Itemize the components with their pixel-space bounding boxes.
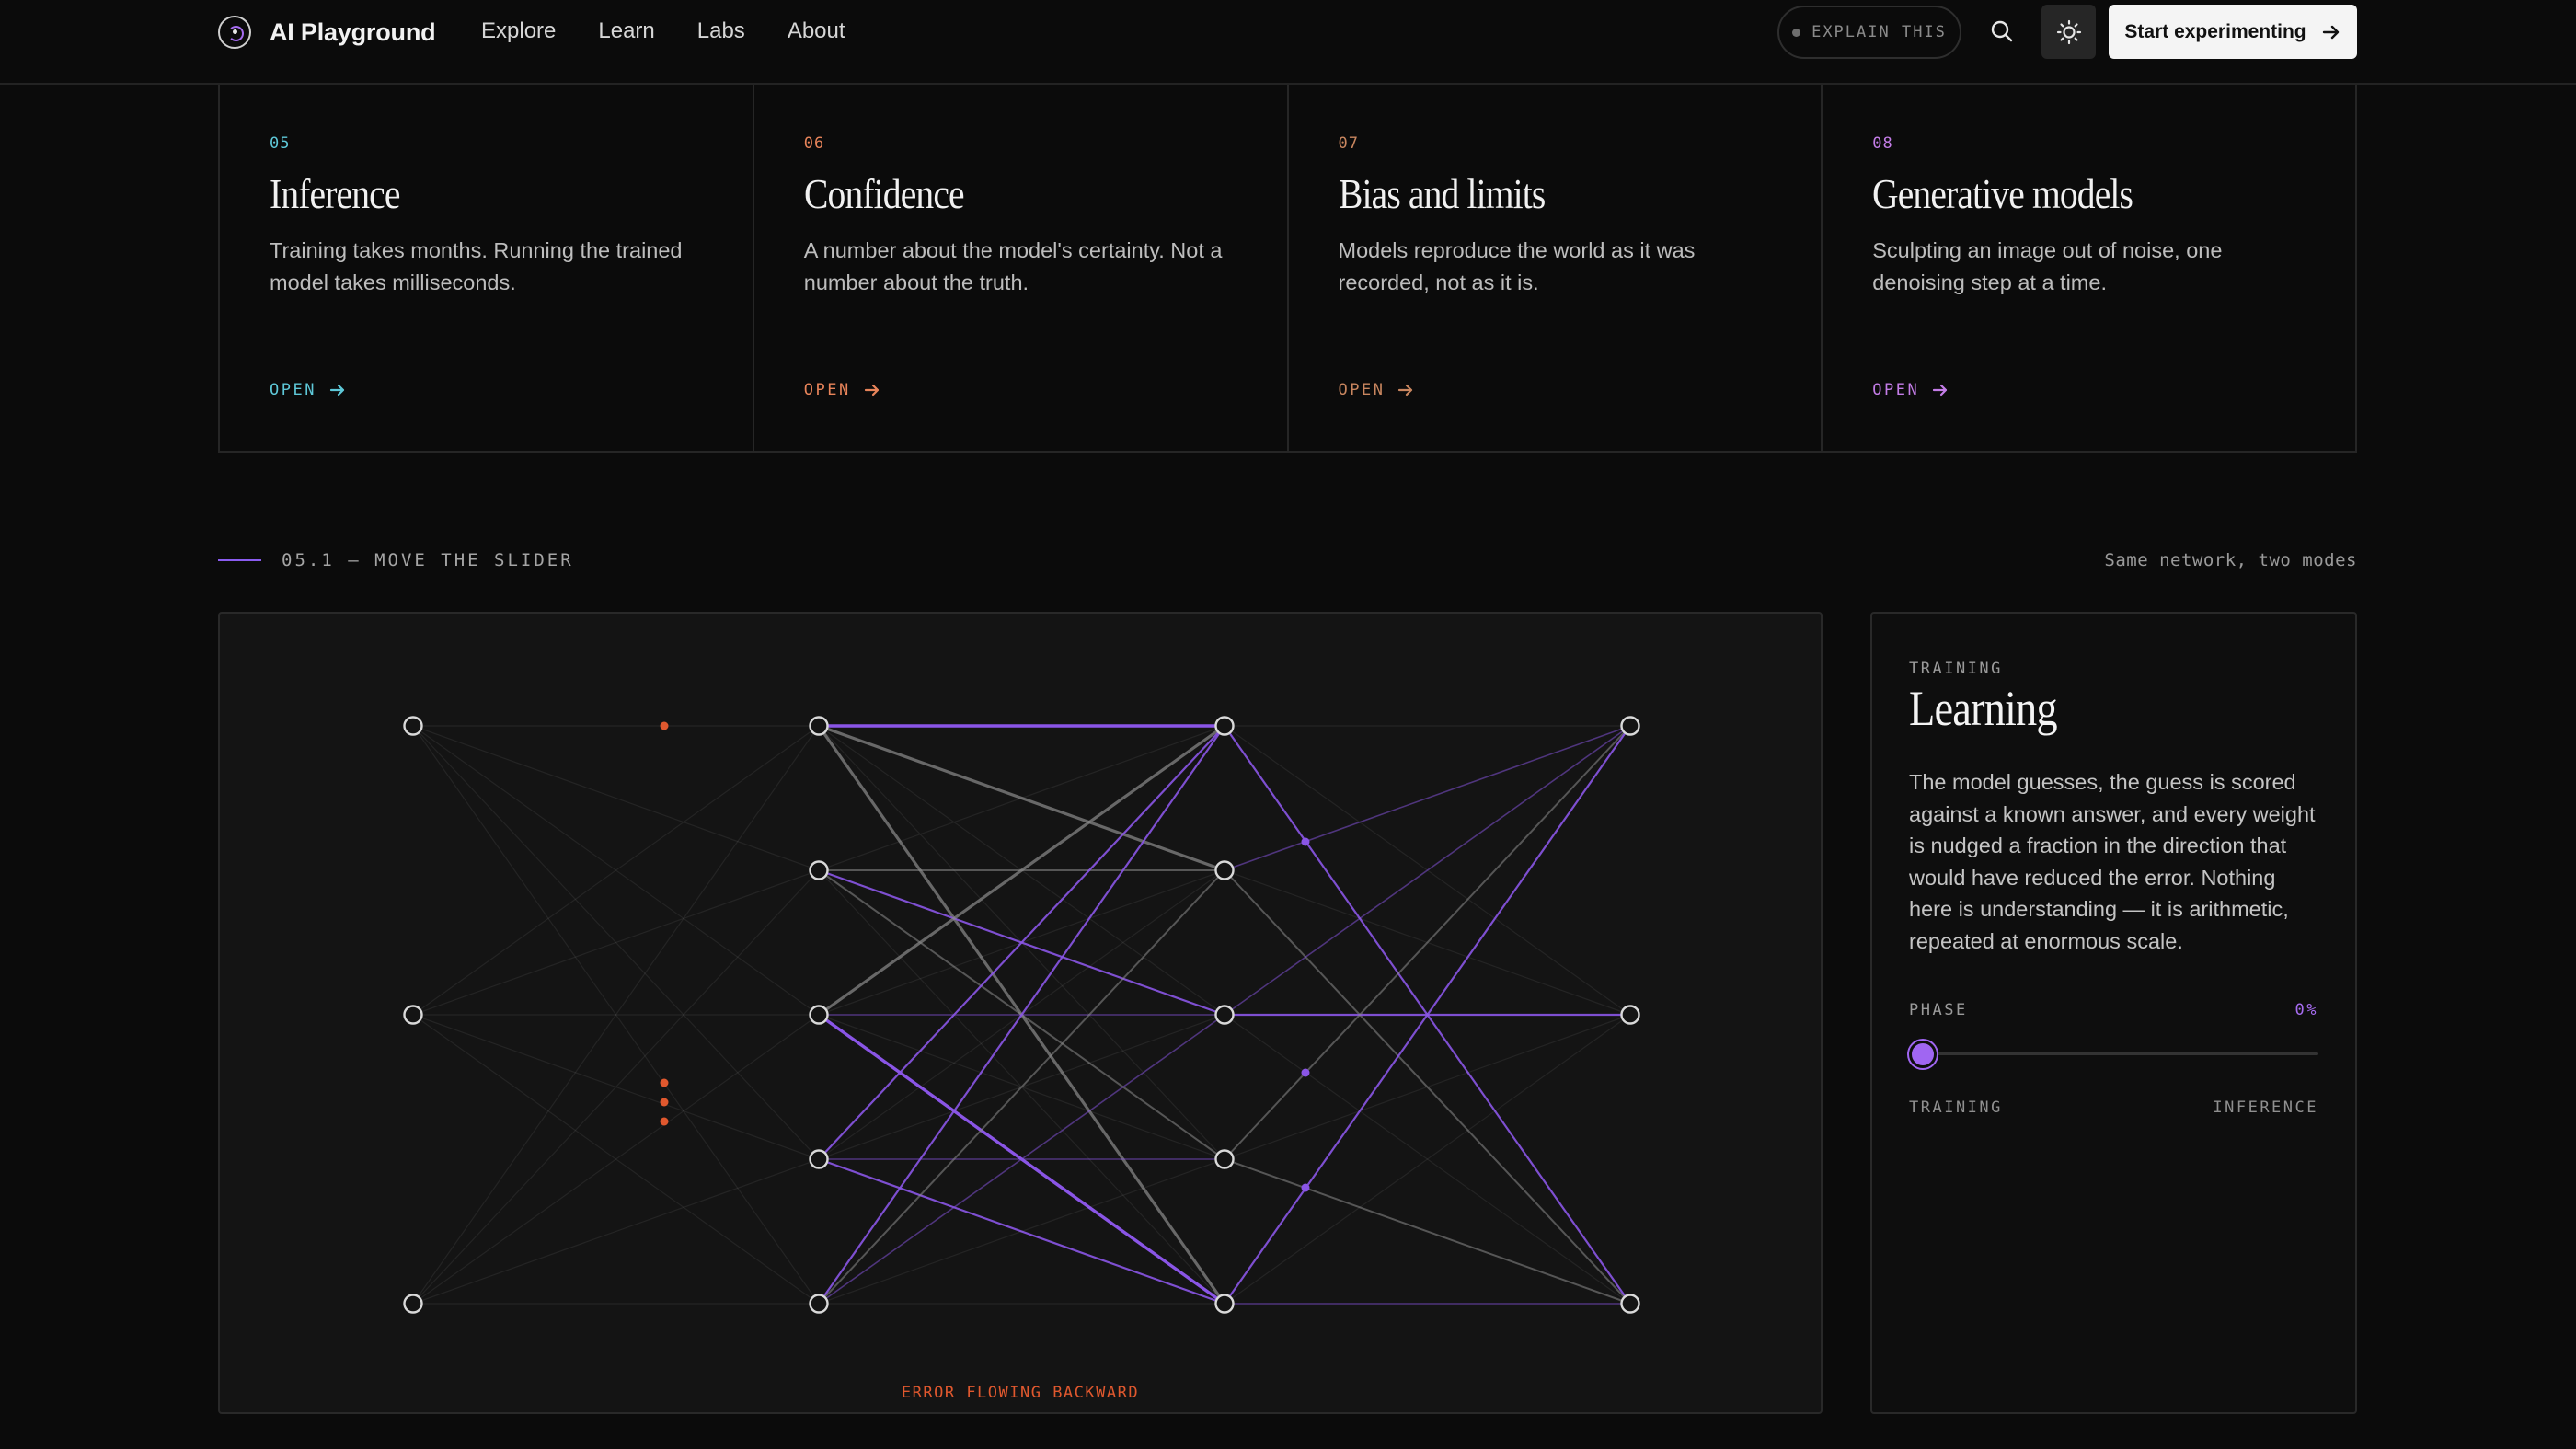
phase-value: 0%: [2294, 1001, 2318, 1019]
card-description: Training takes months. Running the train…: [270, 238, 683, 294]
card-number: 08: [1872, 134, 1893, 153]
topic-cards: 05 Inference Training takes months. Runn…: [218, 85, 2357, 453]
card-title: Confidence: [803, 170, 965, 217]
network-connection: [412, 725, 820, 871]
explain-this-button[interactable]: EXPLAIN THIS: [1777, 6, 1961, 59]
start-experimenting-button[interactable]: Start experimenting: [2109, 5, 2357, 59]
card-open-link[interactable]: OPEN: [270, 381, 346, 399]
topic-card[interactable]: 06 Confidence A number about the model's…: [754, 85, 1289, 451]
arrow-right-icon: [1398, 384, 1413, 397]
slider-ends: TRAINING INFERENCE: [1909, 1098, 2318, 1117]
neuron-node: [1214, 1294, 1235, 1314]
network-connection: [412, 869, 820, 1305]
nav-labs[interactable]: Labs: [697, 18, 745, 44]
slider-thumb[interactable]: [1909, 1041, 1937, 1068]
open-label: OPEN: [803, 381, 851, 399]
signal-particle: [660, 1117, 669, 1126]
signal-particle: [1301, 1068, 1310, 1077]
arrow-right-icon: [2322, 25, 2339, 39]
signal-particle: [1301, 1183, 1310, 1192]
signal-particle: [660, 1098, 669, 1107]
cta-label: Start experimenting: [2124, 20, 2306, 42]
card-description: A number about the model's certainty. No…: [803, 238, 1223, 294]
network-connection: [412, 869, 820, 1016]
neuron-node: [809, 860, 829, 880]
explain-this-label: EXPLAIN THIS: [1811, 23, 1947, 41]
slider-track[interactable]: [1909, 1052, 2318, 1055]
network-visualization: ERROR FLOWING BACKWARD: [218, 612, 1823, 1414]
neuron-node: [809, 1149, 829, 1169]
topic-card[interactable]: 07 Bias and limits Models reproduce the …: [1289, 85, 1823, 451]
neuron-node: [403, 1005, 423, 1025]
search-button[interactable]: [1985, 15, 2018, 48]
neuron-node: [1214, 1149, 1235, 1169]
phase-slider[interactable]: [1909, 1036, 2318, 1073]
neuron-node: [809, 1005, 829, 1025]
open-label: OPEN: [1338, 381, 1386, 399]
network-connection: [1224, 725, 1631, 1160]
phase-row: PHASE 0%: [1909, 1001, 2318, 1019]
mode-panel: TRAINING Learning The model guesses, the…: [1870, 612, 2357, 1414]
signal-particle: [660, 721, 669, 730]
status-dot-icon: [1792, 28, 1801, 37]
card-number: 07: [1338, 134, 1359, 153]
slider-right-label: INFERENCE: [2213, 1098, 2318, 1117]
neuron-node: [1214, 1005, 1235, 1025]
card-number: 06: [803, 134, 825, 153]
network-connection: [412, 1158, 820, 1305]
search-icon: [1991, 20, 2013, 42]
neuron-node: [1214, 860, 1235, 880]
neuron-node: [809, 1294, 829, 1314]
brand[interactable]: AI Playground: [218, 16, 436, 49]
nav-about[interactable]: About: [788, 18, 845, 44]
card-description: Models reproduce the world as it was rec…: [1338, 238, 1696, 294]
mode-kicker: TRAINING: [1909, 660, 2003, 678]
arrow-right-icon: [1933, 384, 1948, 397]
mode-description: The model guesses, the guess is scored a…: [1909, 770, 2316, 953]
arrow-right-icon: [864, 384, 879, 397]
arrow-right-icon: [329, 384, 345, 397]
neuron-node: [403, 1294, 423, 1314]
main-nav: Explore Learn Labs About: [481, 18, 845, 44]
section-label-text: 05.1 — MOVE THE SLIDER: [282, 550, 574, 570]
section-caption: Same network, two modes: [2104, 550, 2357, 570]
sun-icon: [2056, 19, 2081, 44]
top-nav-bar: AI Playground Explore Learn Labs About E…: [0, 0, 2576, 85]
neuron-node: [1620, 1294, 1640, 1314]
nav-learn[interactable]: Learn: [598, 18, 654, 44]
topic-card[interactable]: 05 Inference Training takes months. Runn…: [220, 85, 754, 451]
open-label: OPEN: [270, 381, 316, 399]
card-open-link[interactable]: OPEN: [804, 381, 880, 399]
open-label: OPEN: [1872, 381, 1920, 399]
signal-particle: [1301, 837, 1310, 846]
card-title: Bias and limits: [1338, 170, 1546, 217]
neuron-node: [1620, 716, 1640, 736]
neuron-node: [809, 716, 829, 736]
theme-toggle-button[interactable]: [2041, 5, 2096, 59]
network-diagram: [403, 716, 1640, 1314]
card-description: Sculpting an image out of noise, one den…: [1872, 238, 2223, 294]
network-connection: [1224, 1158, 1631, 1305]
topic-card[interactable]: 08 Generative models Sculpting an image …: [1823, 85, 2355, 451]
card-title: Generative models: [1872, 170, 2133, 217]
mode-title: Learning: [1909, 681, 2058, 736]
card-title: Inference: [270, 170, 400, 217]
card-open-link[interactable]: OPEN: [1339, 381, 1415, 399]
error-flow-label: ERROR FLOWING BACKWARD: [901, 1384, 1140, 1402]
section-accent-line: [218, 559, 261, 561]
network-connection: [1224, 1014, 1631, 1160]
slider-left-label: TRAINING: [1909, 1098, 2003, 1117]
neuron-node: [403, 716, 423, 736]
nav-explore[interactable]: Explore: [481, 18, 556, 44]
neuron-node: [1620, 1005, 1640, 1025]
brand-name: AI Playground: [270, 17, 436, 46]
signal-particle: [660, 1078, 669, 1087]
logo-icon: [218, 16, 251, 49]
neuron-node: [1214, 716, 1235, 736]
network-connection: [1224, 725, 1631, 871]
card-open-link[interactable]: OPEN: [1872, 381, 1949, 399]
card-number: 05: [270, 134, 291, 153]
phase-label: PHASE: [1909, 1001, 1968, 1019]
section-label: 05.1 — MOVE THE SLIDER: [218, 550, 574, 570]
